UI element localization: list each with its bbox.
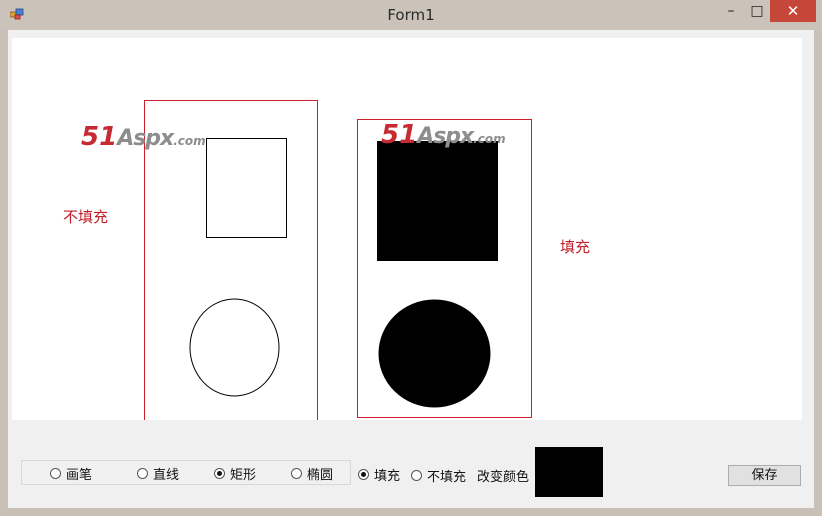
- filled-ellipse: [378, 299, 491, 408]
- radio-rectangle[interactable]: 矩形: [214, 464, 257, 483]
- outline-ellipse: [189, 298, 280, 397]
- radio-selected-icon: [358, 468, 369, 480]
- filled-rectangle: [377, 141, 498, 261]
- watermark-suffix: .com: [473, 132, 506, 146]
- radio-fill-label: 填充: [374, 468, 401, 484]
- radio-circle-icon: [411, 469, 422, 481]
- window-title: Form1: [387, 6, 435, 24]
- radio-rectangle-label: 矩形: [230, 467, 257, 483]
- radio-ellipse[interactable]: 椭圆: [291, 464, 334, 483]
- outline-rectangle: [206, 138, 287, 238]
- radio-no-fill-label: 不填充: [427, 469, 467, 485]
- watermark-logo: 51Aspx.com: [81, 122, 206, 152]
- watermark-number: 51: [381, 120, 418, 150]
- watermark-suffix: .com: [173, 134, 206, 148]
- watermark-word: Aspx: [117, 126, 174, 151]
- radio-fill[interactable]: 填充: [358, 465, 401, 484]
- radio-line-label: 直线: [153, 467, 180, 483]
- drawing-surface: [144, 100, 532, 420]
- watermark-word: Aspx: [417, 124, 474, 149]
- radio-pen-label: 画笔: [66, 467, 93, 483]
- radio-selected-icon: [214, 467, 225, 479]
- change-color-label[interactable]: 改变颜色: [477, 466, 529, 485]
- color-swatch[interactable]: [535, 447, 603, 497]
- radio-circle-icon: [137, 467, 148, 479]
- radio-pen[interactable]: 画笔: [50, 464, 93, 483]
- radio-circle-icon: [50, 467, 61, 479]
- radio-line[interactable]: 直线: [137, 464, 180, 483]
- no-fill-caption: 不填充: [63, 208, 109, 226]
- fill-caption: 填充: [560, 238, 591, 256]
- close-button[interactable]: ✕: [770, 0, 816, 22]
- watermark-logo: 51Aspx.com: [381, 120, 506, 150]
- radio-circle-icon: [291, 467, 302, 479]
- radio-ellipse-label: 椭圆: [307, 467, 334, 483]
- maximize-button[interactable]: □: [744, 0, 770, 22]
- watermark-number: 51: [81, 122, 118, 152]
- title-bar: Form1 – □ ✕: [0, 0, 822, 30]
- minimize-button[interactable]: –: [718, 0, 744, 22]
- save-button[interactable]: 保存: [728, 465, 801, 486]
- radio-no-fill[interactable]: 不填充: [411, 466, 467, 485]
